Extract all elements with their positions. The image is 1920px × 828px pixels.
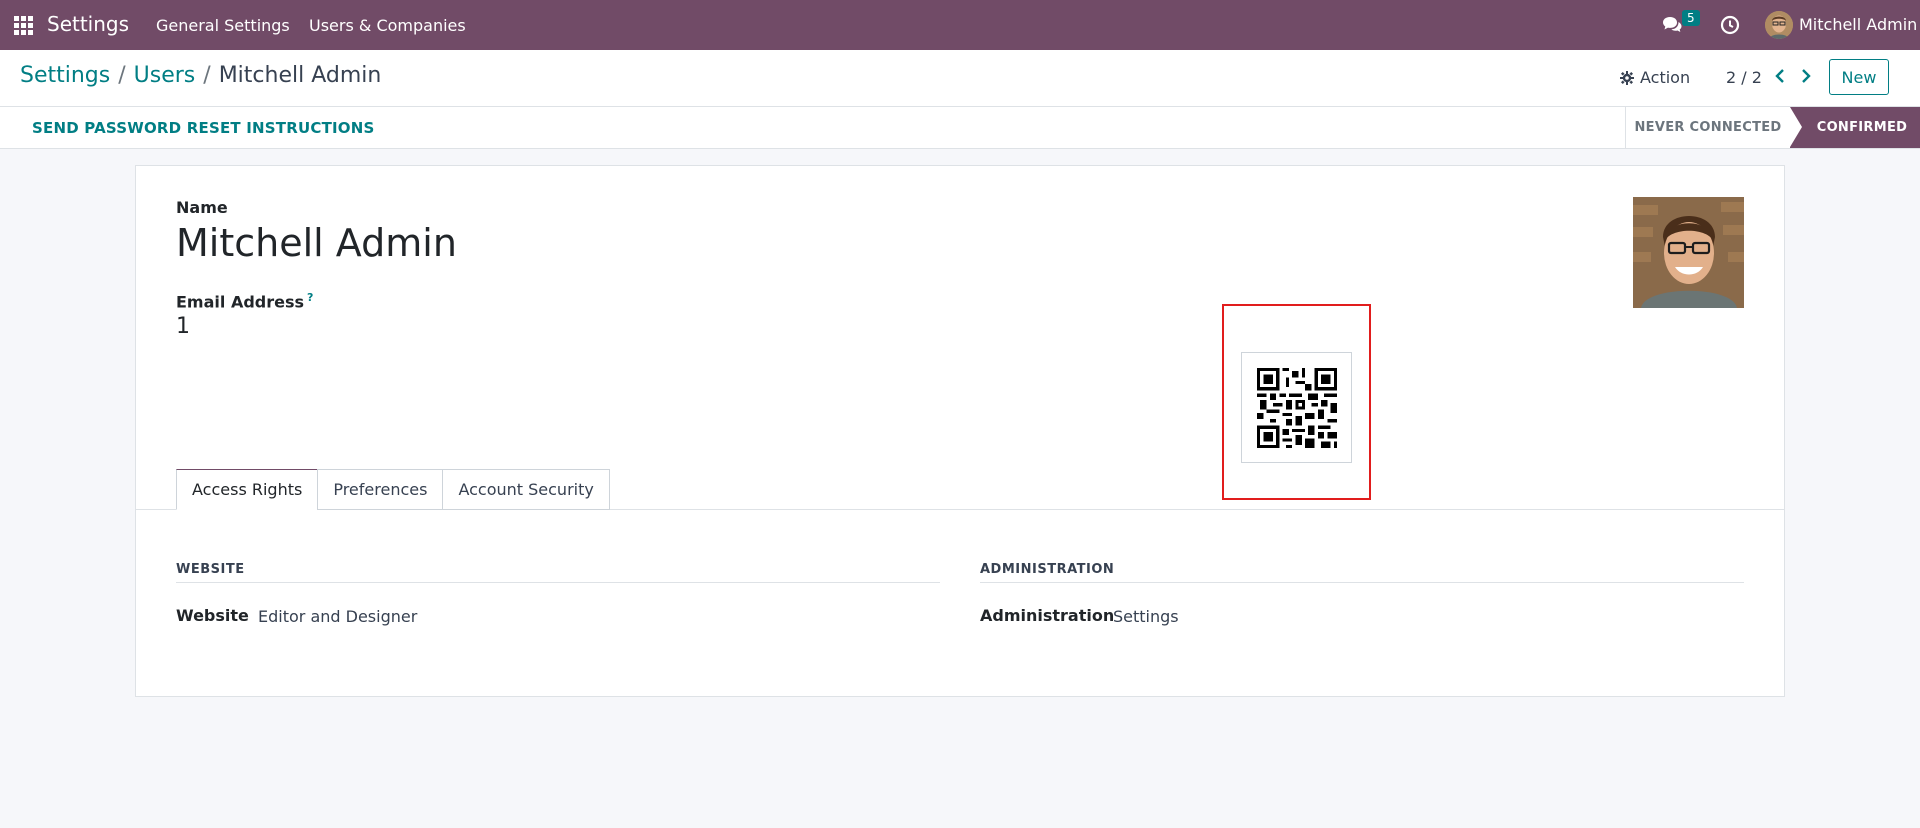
tab-bar: Access Rights Preferences Account Securi… (176, 469, 610, 510)
pager-value[interactable]: 2 / 2 (1726, 68, 1762, 87)
qr-code-icon (1256, 367, 1337, 448)
stage-confirmed[interactable]: CONFIRMED (1790, 107, 1920, 148)
qr-code-image[interactable] (1241, 352, 1352, 463)
breadcrumb-separator: / (203, 63, 211, 88)
user-avatar[interactable] (1765, 11, 1793, 39)
control-panel: Settings / Users / Mitchell Admin Action… (0, 50, 1920, 107)
website-field-value[interactable]: Editor and Designer (258, 607, 417, 626)
tab-account-security[interactable]: Account Security (442, 469, 610, 510)
form-sheet: Name Mitchell Admin Email Address? 1 Acc… (135, 165, 1785, 697)
user-name[interactable]: Mitchell Admin (1799, 15, 1917, 34)
top-navbar: Settings General Settings Users & Compan… (0, 0, 1920, 50)
messages-count-badge: 5 (1682, 10, 1700, 26)
tab-preferences[interactable]: Preferences (317, 469, 444, 510)
new-button[interactable]: New (1829, 59, 1889, 95)
gear-icon (1620, 70, 1634, 85)
breadcrumb-separator: / (118, 63, 126, 88)
user-photo[interactable] (1633, 197, 1744, 308)
section-title-website: WEBSITE (176, 562, 245, 577)
breadcrumb-settings[interactable]: Settings (20, 63, 110, 88)
email-label: Email Address? (176, 291, 313, 311)
app-brand[interactable]: Settings (47, 12, 129, 36)
website-field-label: Website (176, 606, 249, 625)
section-divider (176, 582, 940, 583)
chevron-left-icon[interactable] (1770, 66, 1790, 86)
administration-field-label: Administration (980, 606, 1115, 625)
status-bar: SEND PASSWORD RESET INSTRUCTIONS NEVER C… (0, 107, 1920, 149)
activity-clock-icon[interactable] (1720, 15, 1740, 35)
section-title-administration: ADMINISTRATION (980, 562, 1115, 577)
breadcrumb-users[interactable]: Users (134, 63, 196, 88)
tab-access-rights[interactable]: Access Rights (176, 469, 319, 510)
stage-never-connected[interactable]: NEVER CONNECTED (1625, 107, 1790, 148)
menu-users-companies[interactable]: Users & Companies (309, 16, 466, 35)
email-label-text: Email Address (176, 292, 305, 312)
administration-field-value[interactable]: Settings (1113, 607, 1179, 626)
send-password-reset-button[interactable]: SEND PASSWORD RESET INSTRUCTIONS (32, 119, 375, 137)
chat-icon[interactable] (1662, 16, 1682, 34)
apps-grid-icon[interactable] (14, 16, 33, 35)
breadcrumb-current: Mitchell Admin (218, 63, 382, 88)
action-label: Action (1640, 68, 1691, 87)
stage-confirmed-label: CONFIRMED (1816, 120, 1908, 135)
breadcrumb: Settings / Users / Mitchell Admin (20, 63, 381, 88)
menu-general-settings[interactable]: General Settings (156, 16, 290, 35)
email-field[interactable]: 1 (176, 314, 190, 339)
chevron-right-icon[interactable] (1796, 66, 1816, 86)
help-tooltip-icon[interactable]: ? (307, 291, 313, 304)
section-divider (980, 582, 1744, 583)
name-label: Name (176, 198, 228, 217)
name-field[interactable]: Mitchell Admin (176, 221, 457, 265)
action-button[interactable]: Action (1620, 68, 1690, 87)
